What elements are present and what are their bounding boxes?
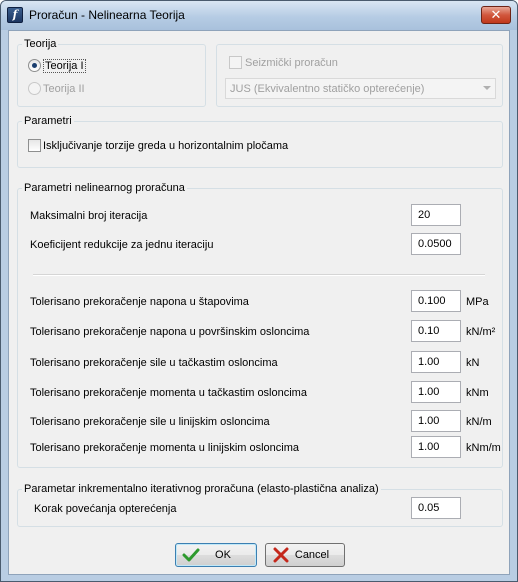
teorija-1-radio[interactable] (28, 59, 41, 72)
dialog-window: f Proračun - Nelinearna Teorija ✕ Teorij… (0, 0, 518, 582)
load-increment-input[interactable]: 0.05 (411, 497, 461, 519)
cancel-button-label: Cancel (294, 549, 330, 561)
tolerance-label-6: Tolerisano prekoračenje momenta u linijs… (30, 442, 300, 454)
torsion-label[interactable]: Isključivanje torzije greda u horizontal… (43, 139, 288, 153)
ok-button-label: OK (215, 549, 231, 561)
parametri-legend: Parametri (22, 114, 74, 128)
reduction-coefficient-label: Koeficijent redukcije za jednu iteraciju (30, 239, 214, 251)
reduction-coefficient-input[interactable]: 0.0500 (411, 233, 461, 255)
tolerance-label-1: Tolerisano prekoračenje napona u štapovi… (30, 296, 249, 308)
dialog-client-area: Teorija Teorija I Teorija II Seizmički p… (8, 30, 510, 575)
seizmicki-label[interactable]: Seizmički proračun (245, 56, 338, 70)
tolerance-unit-3: kN (466, 357, 480, 369)
tolerance-label-4: Tolerisano prekoračenje momenta u tačkas… (30, 387, 307, 399)
tolerance-label-3: Tolerisano prekoračenje sile u tačkastim… (30, 357, 278, 369)
tolerance-unit-5: kN/m (466, 416, 492, 428)
close-button[interactable]: ✕ (481, 6, 511, 24)
tolerance-input-5[interactable]: 1.00 (411, 410, 461, 432)
ok-button[interactable]: OK (175, 543, 257, 567)
tolerance-input-4[interactable]: 1.00 (411, 381, 461, 403)
load-increment-label: Korak povećanja opterećenja (34, 503, 177, 515)
teorija-group: Teorija (17, 37, 206, 107)
chevron-down-icon (483, 86, 491, 90)
nelinearni-legend: Parametri nelinearnog proračuna (22, 181, 187, 195)
tolerance-input-2[interactable]: 0.10 (411, 320, 461, 342)
tolerance-unit-6: kNm/m (466, 442, 501, 454)
teorija-2-label[interactable]: Teorija II (43, 82, 85, 96)
seizmicki-checkbox[interactable] (229, 56, 242, 69)
tolerance-unit-2: kN/m² (466, 326, 496, 338)
tolerance-unit-4: kNm (466, 387, 489, 399)
inkrementalni-legend: Parametar inkrementalno iterativnog pror… (22, 482, 381, 496)
app-icon: f (7, 7, 23, 23)
torsion-checkbox[interactable] (28, 139, 41, 152)
max-iterations-input[interactable]: 20 (411, 204, 461, 226)
tolerance-label-2: Tolerisano prekoračenje napona u površin… (30, 326, 310, 338)
teorija-1-label[interactable]: Teorija I (43, 59, 86, 73)
window-title: Proračun - Nelinearna Teorija (29, 8, 185, 22)
separator (33, 274, 485, 276)
seizmicki-method-select[interactable]: JUS (Ekvivalentno statičko opterećenje) (225, 78, 496, 99)
tolerance-label-5: Tolerisano prekoračenje sile u linijskim… (30, 416, 270, 428)
cancel-button[interactable]: Cancel (265, 543, 345, 567)
teorija-2-radio[interactable] (28, 82, 41, 95)
tolerance-input-1[interactable]: 0.100 (411, 290, 461, 312)
title-bar[interactable]: f Proračun - Nelinearna Teorija ✕ (1, 1, 517, 30)
teorija-legend: Teorija (22, 37, 59, 51)
max-iterations-label: Maksimalni broj iteracija (30, 210, 148, 222)
seizmicki-method-value: JUS (Ekvivalentno statičko opterećenje) (230, 83, 425, 95)
tolerance-unit-1: MPa (466, 296, 489, 308)
tolerance-input-6[interactable]: 1.00 (411, 436, 461, 458)
close-icon: ✕ (490, 7, 502, 22)
tolerance-input-3[interactable]: 1.00 (411, 351, 461, 373)
